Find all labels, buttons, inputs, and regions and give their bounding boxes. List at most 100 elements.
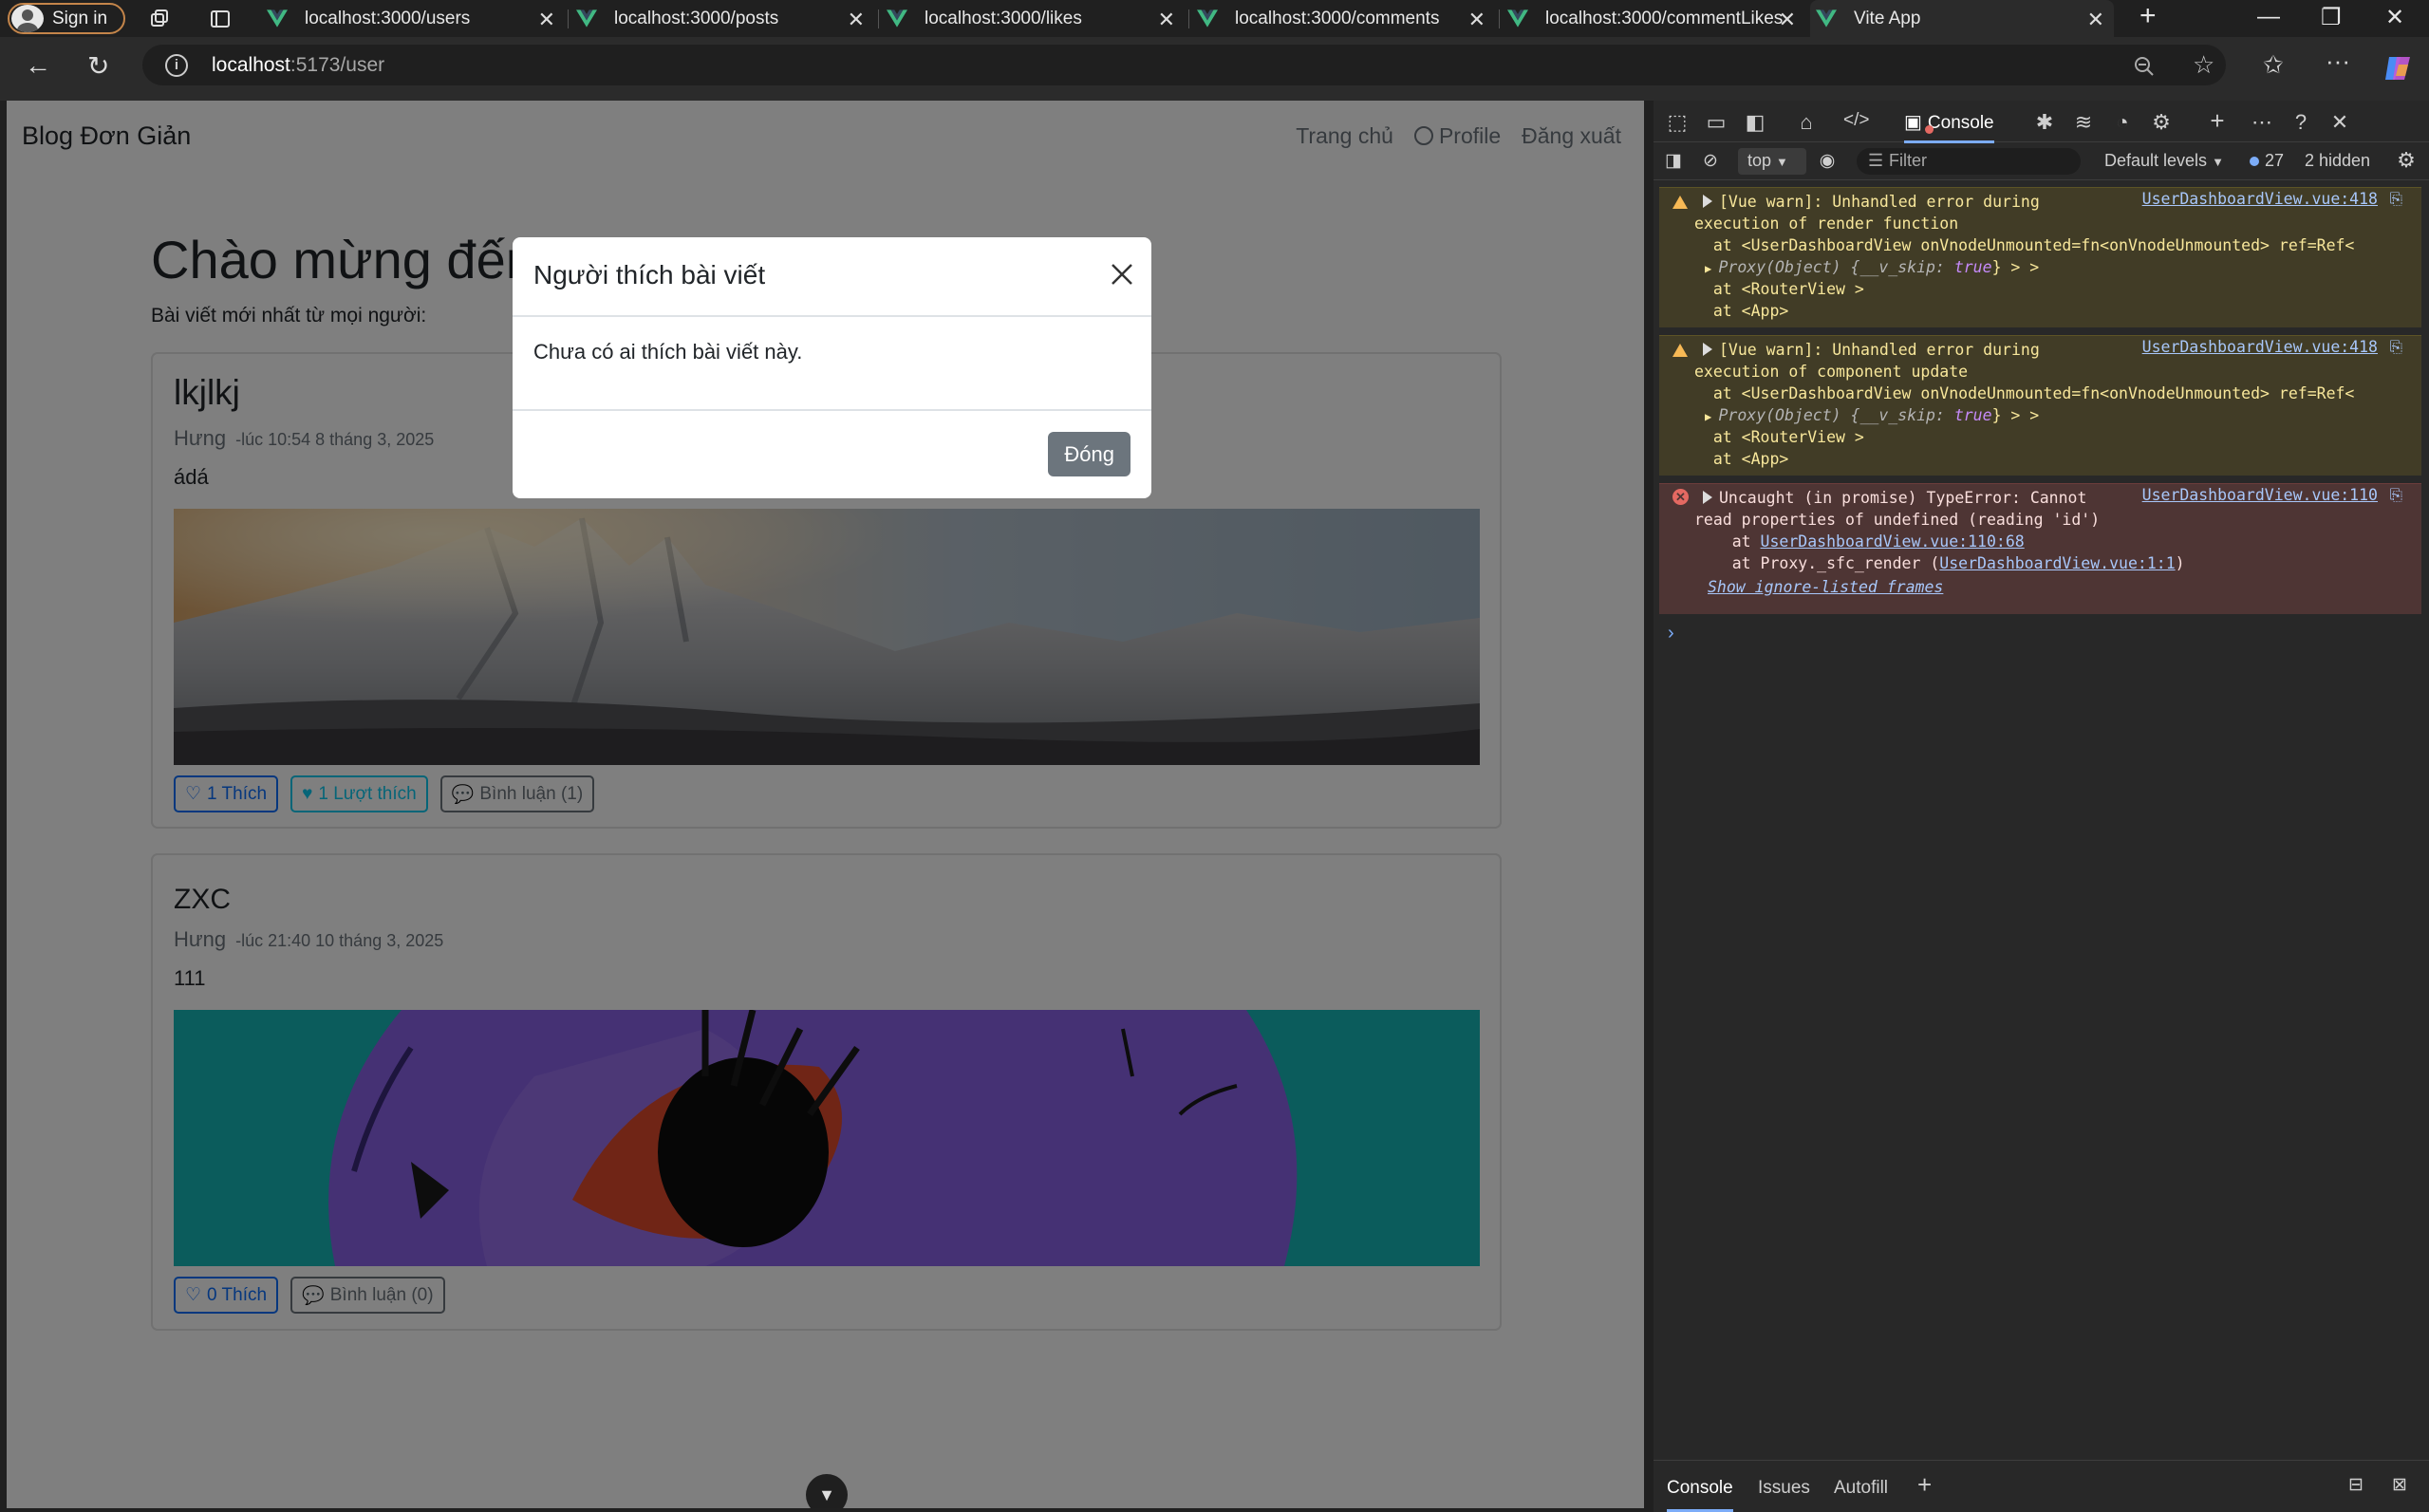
context-selector[interactable]: top ▼: [1738, 148, 1806, 175]
url-text[interactable]: localhost:5173/user: [212, 54, 384, 77]
more-tools-icon[interactable]: ⋯: [2250, 110, 2274, 135]
tab-posts[interactable]: localhost:3000/posts ✕: [570, 0, 874, 37]
console-icon: ▣: [1904, 112, 1922, 133]
expand-triangle-icon[interactable]: [1703, 491, 1712, 504]
scroll-down-icon[interactable]: ▼: [806, 1474, 848, 1508]
browser-tab-strip: Sign in localhost:3000/users ✕ localhost…: [0, 0, 2429, 37]
dock-side-icon[interactable]: ◧: [1743, 110, 1767, 135]
zoom-icon[interactable]: [2133, 55, 2156, 78]
help-icon[interactable]: ?: [2289, 110, 2313, 135]
tab-comment-likes[interactable]: localhost:3000/commentLikes ✕: [1502, 0, 1805, 37]
page-viewport: Blog Đơn Giản Trang chủ Profile Đăng xuấ…: [7, 101, 1644, 1508]
vue-logo-icon: [887, 9, 907, 28]
console-warning-message[interactable]: [Vue warn]: Unhandled error during execu…: [1659, 187, 2421, 327]
expand-triangle-icon[interactable]: [1703, 343, 1712, 356]
log-levels-dropdown[interactable]: Default levels ▼: [2104, 151, 2224, 171]
modal-title: Người thích bài viết: [533, 260, 766, 289]
minimize-icon[interactable]: —: [2257, 4, 2280, 30]
address-bar[interactable]: i localhost:5173/user ☆: [142, 45, 2226, 85]
info-icon[interactable]: i: [165, 54, 188, 77]
tab-vite-app[interactable]: Vite App ✕: [1810, 0, 2114, 37]
stack-frame-link[interactable]: UserDashboardView.vue:110:68: [1761, 532, 2025, 551]
new-tab-button[interactable]: +: [2139, 0, 2157, 32]
avatar-icon: [11, 5, 44, 32]
drawer-tab-autofill[interactable]: Autofill: [1834, 1478, 1888, 1499]
expand-triangle-icon[interactable]: [1703, 195, 1712, 208]
tab-users[interactable]: localhost:3000/users ✕: [261, 0, 565, 37]
vue-logo-icon: [1507, 9, 1528, 28]
live-expression-eye-icon[interactable]: ◉: [1815, 150, 1840, 172]
tab-likes[interactable]: localhost:3000/likes ✕: [881, 0, 1185, 37]
hidden-count: 2 hidden: [2305, 151, 2371, 170]
window-close-icon[interactable]: ✕: [2385, 4, 2404, 31]
console-toolbar: ◨ ⊘ top ▼ ◉ ☰ Filter Default levels ▼ 27 …: [1654, 142, 2429, 180]
network-wifi-icon[interactable]: ≋: [2071, 110, 2096, 135]
modal-header: Người thích bài viết: [513, 237, 1151, 317]
drawer-tab-console[interactable]: Console: [1667, 1478, 1733, 1512]
ai-explain-icon[interactable]: ⎘: [2390, 484, 2402, 506]
close-devtools-icon[interactable]: ✕: [2327, 110, 2352, 135]
elements-icon[interactable]: </>: [1843, 110, 1869, 131]
close-icon[interactable]: [1108, 260, 1136, 289]
favorite-star-icon[interactable]: ☆: [2193, 50, 2214, 80]
bug-icon[interactable]: ✱: [2032, 110, 2057, 135]
tab-title: localhost:3000/likes: [925, 8, 1082, 28]
warning-icon: [1672, 344, 1688, 357]
tab-comments[interactable]: localhost:3000/comments ✕: [1191, 0, 1495, 37]
ai-explain-icon[interactable]: ⎘: [2390, 336, 2402, 358]
console-tab-label: Console: [1927, 113, 1994, 133]
copilot-icon[interactable]: [2383, 55, 2414, 82]
close-icon[interactable]: ✕: [2087, 8, 2104, 32]
drawer-tab-issues[interactable]: Issues: [1758, 1478, 1810, 1499]
add-drawer-tab-icon[interactable]: +: [1917, 1470, 1932, 1500]
device-toolbar-icon[interactable]: ▭: [1704, 110, 1728, 135]
sidebar-toggle-icon[interactable]: ◨: [1661, 150, 1686, 172]
welcome-home-icon[interactable]: ⌂: [1794, 110, 1819, 135]
performance-icon[interactable]: ◔: [2110, 110, 2135, 135]
more-menu-icon[interactable]: ···: [2326, 47, 2350, 76]
console-settings-icon[interactable]: ⚙: [2394, 148, 2419, 173]
back-icon[interactable]: ←: [25, 50, 51, 81]
warning-icon: [1672, 196, 1688, 209]
settings-gear-icon[interactable]: ⚙: [2149, 110, 2174, 135]
vue-logo-icon: [267, 9, 288, 28]
stack-frame-link[interactable]: UserDashboardView.vue:1:1: [1939, 554, 2175, 572]
filter-input[interactable]: ☰ Filter: [1857, 148, 2081, 175]
devtools-panel: ⬚ ▭ ◧ ⌂ </> ▣ Console ✱ ≋ ◔ ⚙ + ⋯ ? ✕ ◨ ⊘…: [1654, 101, 2429, 1512]
tab-title: Vite App: [1854, 8, 1921, 28]
console-error-message[interactable]: ✕ Uncaught (in promise) TypeError: Canno…: [1659, 483, 2421, 614]
inspect-element-icon[interactable]: ⬚: [1665, 110, 1690, 135]
refresh-icon[interactable]: ↻: [87, 50, 109, 82]
console-warning-message[interactable]: [Vue warn]: Unhandled error during execu…: [1659, 335, 2421, 476]
tab-title: localhost:3000/comments: [1235, 8, 1440, 28]
close-icon[interactable]: ✕: [1779, 8, 1796, 32]
ai-explain-icon[interactable]: ⎘: [2390, 188, 2402, 210]
workspaces-icon[interactable]: [148, 8, 171, 30]
close-drawer-icon[interactable]: ⊠: [2392, 1474, 2407, 1496]
tab-actions-icon[interactable]: [209, 8, 232, 30]
devtools-drawer: Console Issues Autofill + ⊟ ⊠: [1654, 1460, 2429, 1512]
message-count-badge[interactable]: 27: [2250, 151, 2284, 171]
restore-icon[interactable]: ❐: [2321, 4, 2342, 31]
error-dot-icon: [1925, 125, 1934, 134]
clear-console-icon[interactable]: ⊘: [1698, 150, 1723, 172]
tab-console[interactable]: ▣ Console: [1904, 101, 1994, 143]
browser-toolbar: ← ↻ i localhost:5173/user ☆ ✩ ···: [0, 37, 2429, 101]
vue-logo-icon: [576, 9, 597, 28]
close-icon[interactable]: ✕: [848, 8, 865, 32]
close-icon[interactable]: ✕: [538, 8, 555, 32]
sign-in-button[interactable]: Sign in: [8, 3, 125, 34]
add-tool-icon[interactable]: +: [2205, 106, 2230, 136]
close-icon[interactable]: ✕: [1468, 8, 1485, 32]
source-link[interactable]: UserDashboardView.vue:418: [2142, 336, 2378, 358]
close-icon[interactable]: ✕: [1158, 8, 1175, 32]
dock-drawer-icon[interactable]: ⊟: [2348, 1474, 2364, 1496]
console-prompt-chevron-icon[interactable]: ›: [1668, 623, 1674, 644]
show-ignore-listed-link[interactable]: Show ignore-listed frames: [1708, 576, 1943, 598]
source-link[interactable]: UserDashboardView.vue:418: [2142, 188, 2378, 210]
sign-in-label: Sign in: [52, 8, 108, 28]
modal-close-button[interactable]: Đóng: [1048, 432, 1130, 476]
favorites-icon[interactable]: ✩: [2263, 50, 2284, 80]
source-link[interactable]: UserDashboardView.vue:110: [2142, 484, 2378, 506]
modal-body-text: Chưa có ai thích bài viết này.: [533, 340, 803, 364]
